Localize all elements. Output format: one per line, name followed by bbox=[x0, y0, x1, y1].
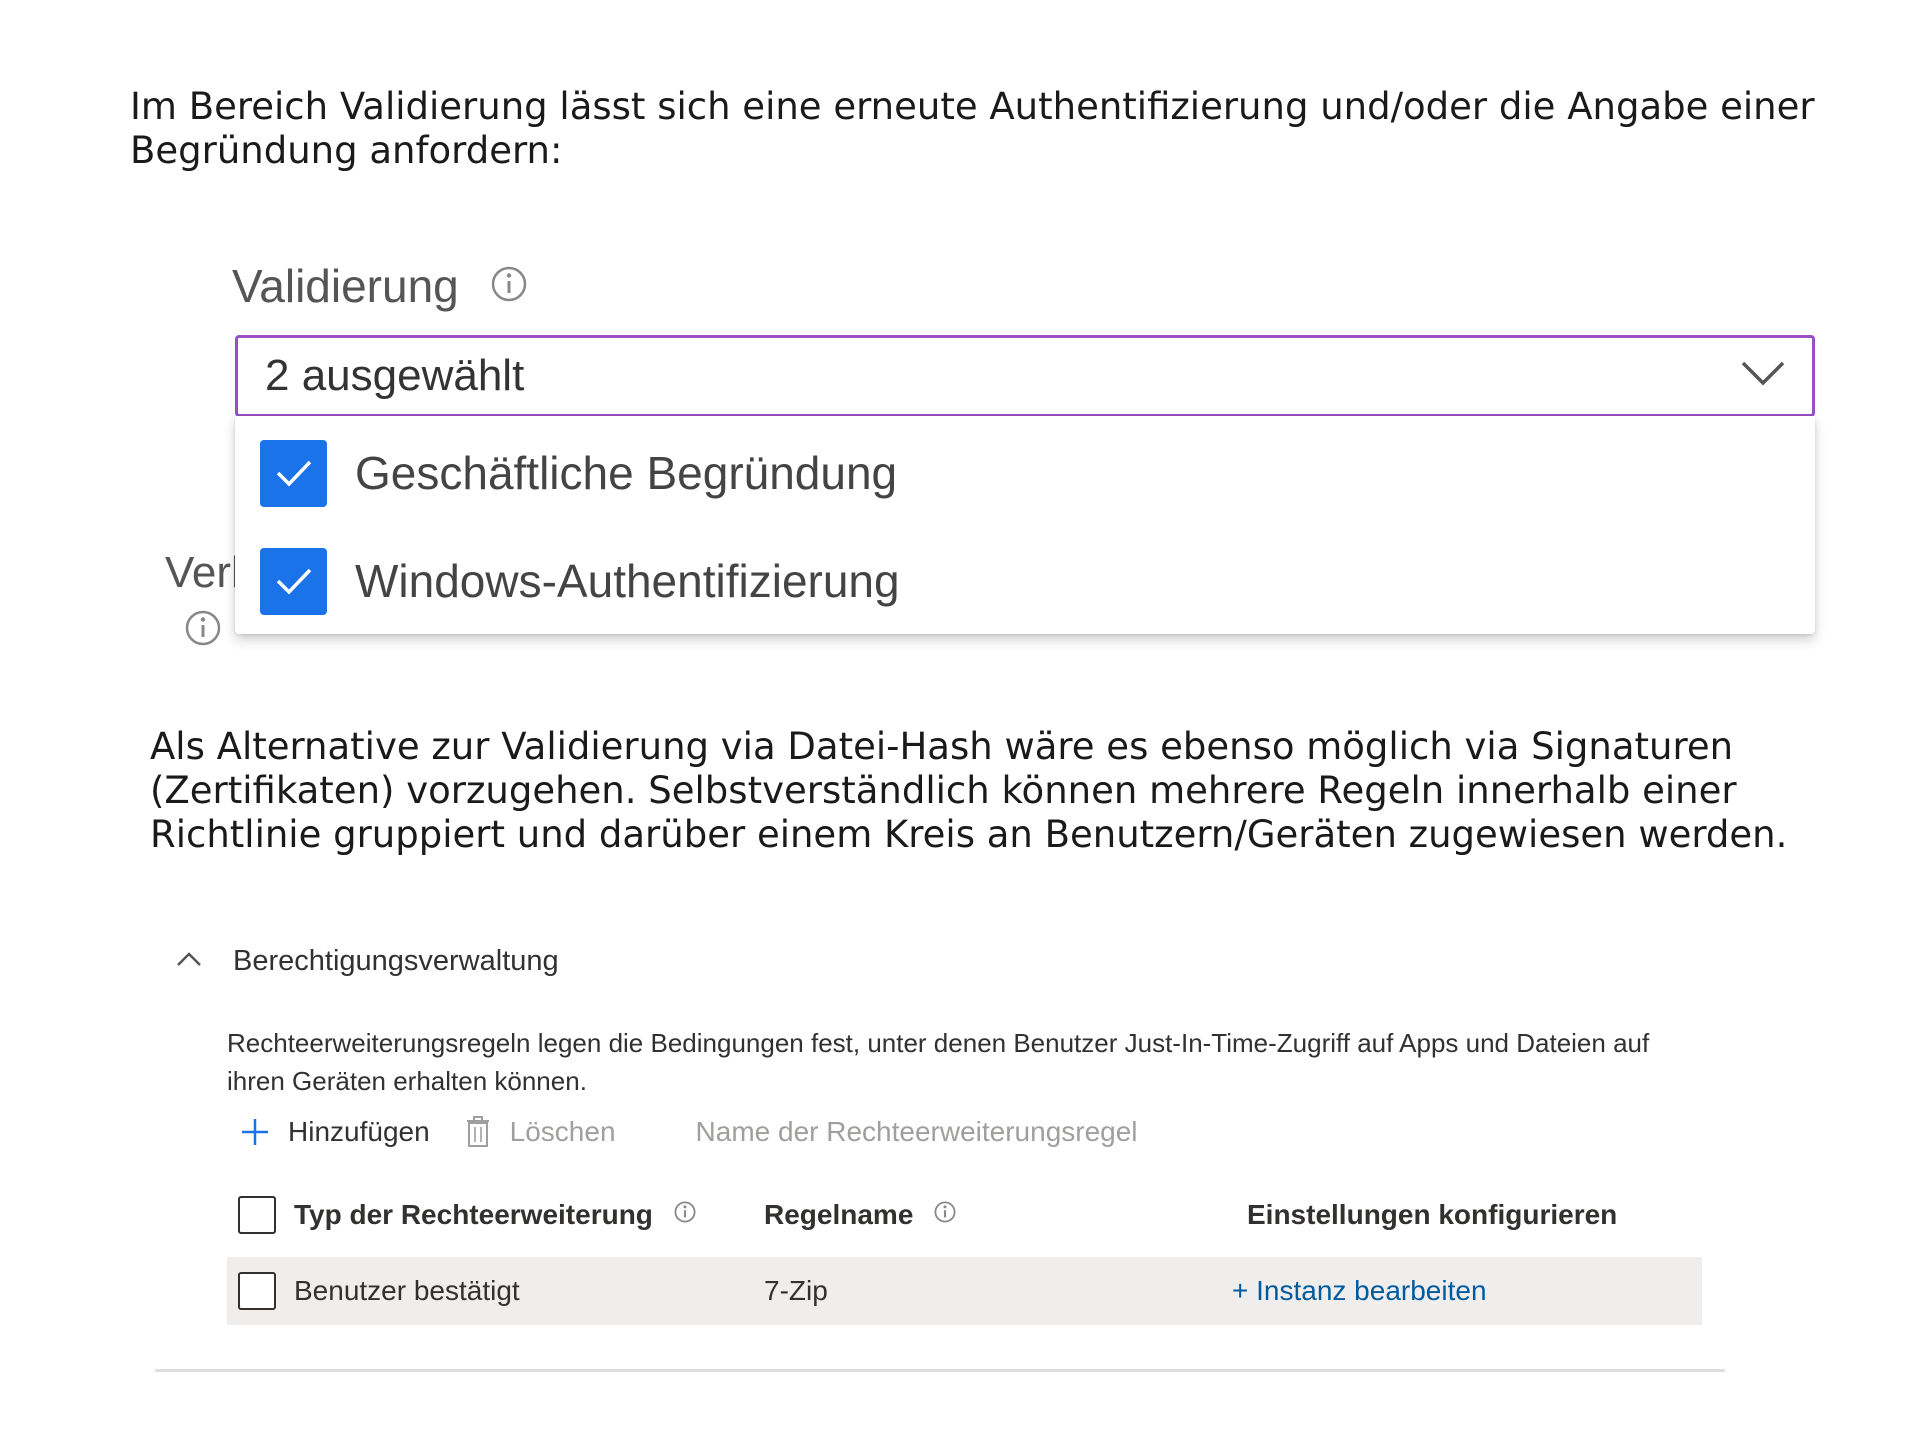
row-checkbox[interactable] bbox=[238, 1272, 276, 1310]
option-windows-authentication[interactable]: Windows-Authentifizierung bbox=[260, 546, 900, 616]
checkbox-checked[interactable] bbox=[260, 439, 327, 507]
info-icon[interactable] bbox=[933, 1199, 957, 1231]
intro-paragraph: Im Bereich Validierung lässt sich eine e… bbox=[130, 85, 1815, 172]
info-icon[interactable] bbox=[673, 1199, 697, 1231]
rule-name-search-input[interactable] bbox=[695, 1116, 1196, 1148]
chevron-up-icon bbox=[175, 950, 203, 973]
option-business-justification[interactable]: Geschäftliche Begründung bbox=[260, 438, 897, 508]
option-label: Geschäftliche Begründung bbox=[355, 447, 898, 499]
hidden-field-label: Verl bbox=[165, 548, 235, 597]
alternative-paragraph: Als Alternative zur Validierung via Date… bbox=[150, 725, 1788, 856]
table-row[interactable]: Benutzer bestätigt 7-Zip + Instanz bearb… bbox=[227, 1257, 1702, 1325]
add-button-label: Hinzufügen bbox=[288, 1116, 430, 1147]
column-header-label: Regelname bbox=[764, 1199, 914, 1230]
validation-options-popup: Geschäftliche Begründung Windows-Authent… bbox=[235, 416, 1815, 634]
check-icon bbox=[276, 568, 311, 595]
validation-select-value: 2 ausgewählt bbox=[265, 351, 525, 400]
cell-rule-name: 7-Zip bbox=[764, 1275, 828, 1306]
info-icon[interactable] bbox=[183, 608, 223, 653]
delete-button-label: Löschen bbox=[509, 1116, 616, 1147]
permissions-section-title: Berechtigungsverwaltung bbox=[233, 945, 559, 977]
validation-select[interactable]: 2 ausgewählt bbox=[235, 335, 1815, 417]
divider bbox=[155, 1369, 1725, 1372]
check-icon bbox=[276, 460, 311, 487]
add-button[interactable]: Hinzufügen bbox=[240, 1116, 430, 1148]
cell-type: Benutzer bestätigt bbox=[294, 1275, 520, 1306]
toolbar: Hinzufügen Löschen bbox=[240, 1110, 1196, 1154]
column-header-label: Typ der Rechteerweiterung bbox=[294, 1199, 653, 1230]
column-header-rule-name: Regelname bbox=[764, 1199, 957, 1231]
select-all-checkbox[interactable] bbox=[238, 1196, 276, 1234]
chevron-down-icon bbox=[1740, 358, 1786, 393]
trash-icon bbox=[466, 1116, 489, 1147]
table-header-row: Typ der Rechteerweiterung Regelname Eins… bbox=[227, 1180, 1702, 1250]
delete-button[interactable]: Löschen bbox=[466, 1116, 616, 1148]
permissions-description: Rechteerweiterungsregeln legen die Bedin… bbox=[227, 1028, 1650, 1096]
plus-icon bbox=[242, 1119, 268, 1145]
edit-instance-link[interactable]: + Instanz bearbeiten bbox=[1232, 1275, 1487, 1307]
option-label: Windows-Authentifizierung bbox=[355, 555, 900, 607]
rules-table: Typ der Rechteerweiterung Regelname Eins… bbox=[227, 1180, 1702, 1325]
column-header-type: Typ der Rechteerweiterung bbox=[294, 1199, 697, 1231]
column-header-configure: Einstellungen konfigurieren bbox=[1247, 1199, 1618, 1230]
validation-label: Validierung bbox=[232, 257, 529, 315]
permissions-section-header[interactable]: Berechtigungsverwaltung bbox=[175, 945, 559, 978]
info-icon[interactable] bbox=[489, 261, 529, 315]
checkbox-checked[interactable] bbox=[260, 547, 327, 615]
validation-label-text: Validierung bbox=[232, 260, 459, 312]
